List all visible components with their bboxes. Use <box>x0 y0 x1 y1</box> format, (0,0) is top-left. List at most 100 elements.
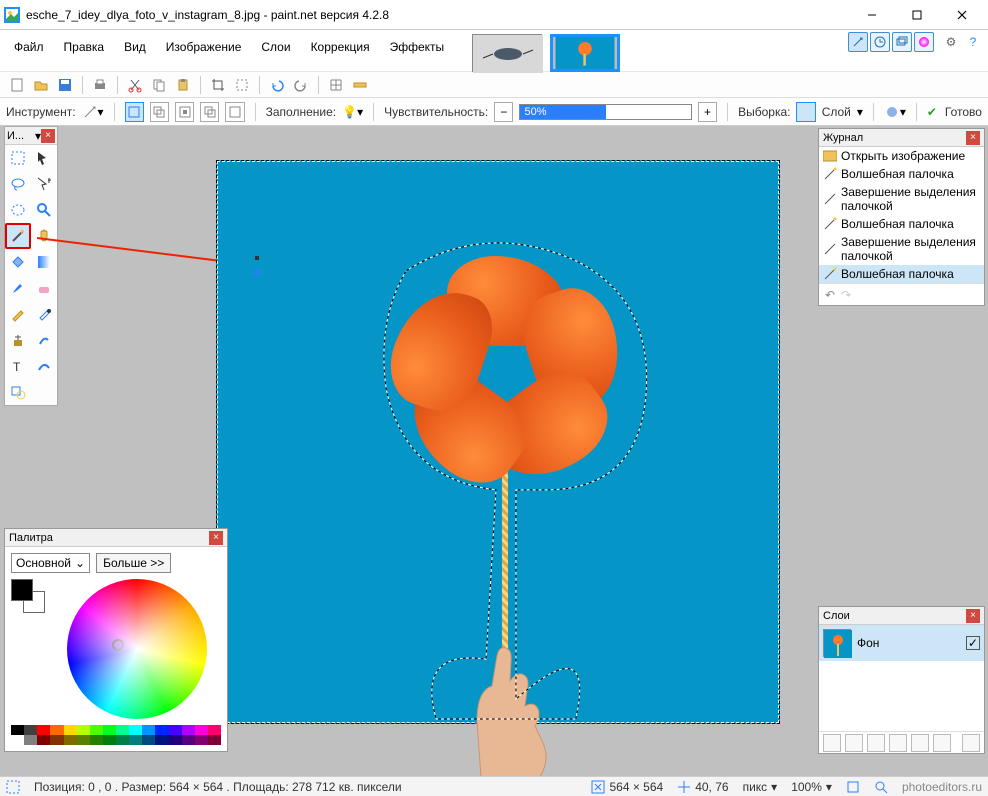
history-close[interactable]: × <box>966 131 980 145</box>
palette-more-button[interactable]: Больше >> <box>96 553 171 573</box>
menu-file[interactable]: Файл <box>6 37 52 57</box>
selmode-intersect[interactable] <box>200 102 219 122</box>
history-item[interactable]: Волшебная палочка <box>819 265 984 283</box>
history-item[interactable]: Открыть изображение <box>819 147 984 165</box>
image-thumb-2[interactable] <box>550 34 620 72</box>
tool-dropdown[interactable]: ▾ <box>82 101 104 123</box>
undo-button[interactable] <box>266 74 288 96</box>
tool-pencil[interactable] <box>5 301 31 327</box>
menu-effects[interactable]: Эффекты <box>382 37 453 57</box>
tolerance-plus[interactable]: + <box>698 102 717 122</box>
image-thumb-1[interactable] <box>472 34 542 72</box>
open-button[interactable] <box>30 74 52 96</box>
close-button[interactable] <box>939 1 984 29</box>
palette-close[interactable]: × <box>209 531 223 545</box>
save-button[interactable] <box>54 74 76 96</box>
tolerance-label: Чувствительность: <box>384 105 488 119</box>
layers-close[interactable]: × <box>966 609 980 623</box>
fit-icon[interactable] <box>846 780 860 794</box>
tool-magic-wand[interactable] <box>5 223 31 249</box>
tool-clone[interactable] <box>5 327 31 353</box>
copy-button[interactable] <box>148 74 170 96</box>
status-info-icon <box>6 780 20 794</box>
sampling-value[interactable]: Слой <box>822 105 851 119</box>
layer-delete[interactable] <box>845 734 863 752</box>
canvas[interactable] <box>216 160 780 724</box>
move-handle-icon[interactable] <box>247 256 267 276</box>
ruler-button[interactable] <box>349 74 371 96</box>
help-icon[interactable]: ? <box>964 33 982 51</box>
history-window-toggle[interactable] <box>870 32 890 52</box>
primary-secondary-swatch[interactable] <box>11 579 45 613</box>
tool-eraser[interactable] <box>31 275 57 301</box>
selmode-replace[interactable] <box>125 102 144 122</box>
menu-layers[interactable]: Слои <box>253 37 298 57</box>
history-item[interactable]: Завершение выделения палочкой <box>819 183 984 215</box>
tools-panel-close[interactable]: × <box>41 129 55 143</box>
palette-row-1[interactable] <box>11 725 221 735</box>
color-channel-select[interactable]: Основной ⌄ <box>11 553 90 573</box>
tool-move-pixels[interactable] <box>31 171 57 197</box>
new-button[interactable] <box>6 74 28 96</box>
layers-window-toggle[interactable] <box>892 32 912 52</box>
tool-shapes[interactable] <box>5 379 31 405</box>
tolerance-minus[interactable]: − <box>494 102 513 122</box>
tool-ellipse-select[interactable] <box>5 197 31 223</box>
paste-button[interactable] <box>172 74 194 96</box>
fill-mode[interactable]: 💡▾ <box>342 101 363 123</box>
tool-move-selection[interactable] <box>31 145 57 171</box>
minimize-button[interactable] <box>849 1 894 29</box>
tool-recolor[interactable] <box>31 327 57 353</box>
tool-fill[interactable] <box>5 249 31 275</box>
tool-color-picker[interactable] <box>31 301 57 327</box>
tool-rect-select[interactable] <box>5 145 31 171</box>
selmode-subtract[interactable] <box>175 102 194 122</box>
palette-row-2[interactable] <box>11 735 221 745</box>
grid-button[interactable] <box>325 74 347 96</box>
tools-window-toggle[interactable] <box>848 32 868 52</box>
tool-lasso[interactable] <box>5 171 31 197</box>
layer-visible-checkbox[interactable]: ✓ <box>966 636 980 650</box>
cut-button[interactable] <box>124 74 146 96</box>
layer-add[interactable] <box>823 734 841 752</box>
print-button[interactable] <box>89 74 111 96</box>
layer-up[interactable] <box>911 734 929 752</box>
history-item[interactable]: Волшебная палочка <box>819 165 984 183</box>
selmode-add[interactable] <box>150 102 169 122</box>
history-panel: Журнал × Открыть изображение Волшебная п… <box>818 128 985 306</box>
tool-zoom[interactable] <box>31 197 57 223</box>
tool-gradient[interactable] <box>31 249 57 275</box>
menu-view[interactable]: Вид <box>116 37 154 57</box>
layer-row[interactable]: Фон ✓ <box>819 625 984 661</box>
settings-icon[interactable]: ⚙ <box>942 33 960 51</box>
menu-edit[interactable]: Правка <box>56 37 113 57</box>
zoom-select[interactable]: 100% ▾ <box>791 780 832 794</box>
sampling-swatch[interactable] <box>796 102 815 122</box>
menu-adjustments[interactable]: Коррекция <box>303 37 378 57</box>
colors-window-toggle[interactable] <box>914 32 934 52</box>
tool-line[interactable] <box>31 353 57 379</box>
tool-text[interactable]: T <box>5 353 31 379</box>
history-undo-icon[interactable]: ↶ <box>825 288 835 302</box>
zoom-icon[interactable] <box>874 780 888 794</box>
tool-brush[interactable] <box>5 275 31 301</box>
history-item[interactable]: Завершение выделения палочкой <box>819 233 984 265</box>
menu-image[interactable]: Изображение <box>158 37 250 57</box>
layer-duplicate[interactable] <box>867 734 885 752</box>
maximize-button[interactable] <box>894 1 939 29</box>
layer-props[interactable] <box>962 734 980 752</box>
deselect-button[interactable] <box>231 74 253 96</box>
crop-button[interactable] <box>207 74 229 96</box>
layer-merge[interactable] <box>889 734 907 752</box>
history-redo-icon[interactable]: ↷ <box>841 288 851 302</box>
redo-button[interactable] <box>290 74 312 96</box>
layer-down[interactable] <box>933 734 951 752</box>
commit-label[interactable]: Готово <box>945 105 982 119</box>
tool-pan[interactable] <box>31 223 57 249</box>
antialias-button[interactable]: ▾ <box>884 101 906 123</box>
selmode-xor[interactable] <box>225 102 244 122</box>
color-wheel[interactable] <box>67 579 207 719</box>
tolerance-slider[interactable]: 50% <box>519 104 691 120</box>
history-item[interactable]: Волшебная палочка <box>819 215 984 233</box>
units-select[interactable]: пикс ▾ <box>743 780 778 794</box>
